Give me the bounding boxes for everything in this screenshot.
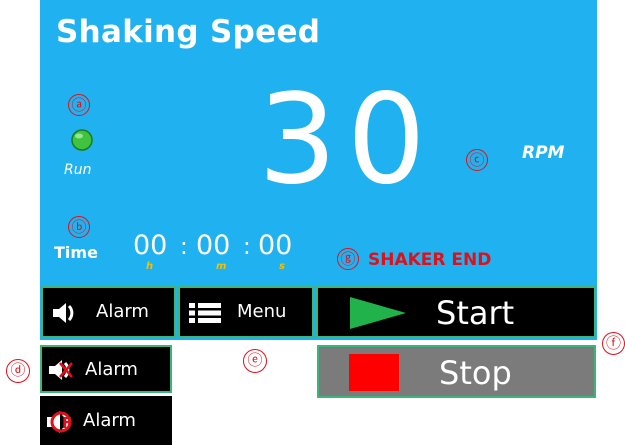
svg-text:F: F — [62, 414, 72, 432]
speaker-off-icon: F — [47, 411, 72, 433]
annotation-marker-g: ⓖ — [337, 248, 359, 270]
annotation-marker-e: ⓔ — [243, 349, 267, 373]
shaking-speed-value: 30 — [258, 68, 436, 212]
page-title: Shaking Speed — [56, 14, 321, 50]
alarm-muted-button[interactable]: Alarm — [40, 345, 172, 393]
alarm-off-button[interactable]: F Alarm — [40, 396, 172, 445]
play-icon — [350, 297, 406, 329]
speaker-muted-icon — [49, 360, 73, 380]
alarm-button[interactable]: Alarm — [41, 286, 176, 338]
annotation-marker-a: ⓐ — [68, 94, 90, 116]
start-button-label: Start — [436, 294, 515, 332]
stop-button-label: Stop — [439, 354, 512, 392]
alarm-muted-button-label: Alarm — [85, 359, 138, 380]
speed-unit-label: RPM — [522, 143, 565, 163]
speaker-icon — [53, 303, 74, 323]
annotation-marker-d: ⓓ — [6, 359, 30, 383]
time-minutes-unit: m — [216, 261, 227, 272]
annotation-marker-b: ⓑ — [68, 216, 90, 238]
time-minutes: 00 — [196, 230, 231, 261]
time-separator: : — [180, 234, 188, 260]
alarm-button-label: Alarm — [96, 301, 149, 322]
menu-button[interactable]: Menu — [178, 286, 314, 338]
stop-button[interactable]: Stop — [317, 345, 596, 398]
time-hours: 00 — [133, 230, 168, 261]
alarm-off-button-label: Alarm — [83, 410, 136, 431]
annotation-marker-f: ⓕ — [602, 332, 625, 355]
time-seconds-unit: s — [279, 261, 285, 272]
time-hours-unit: h — [146, 261, 154, 272]
time-label: Time — [54, 243, 98, 262]
time-separator: : — [243, 234, 251, 260]
menu-button-label: Menu — [237, 301, 287, 322]
start-button[interactable]: Start — [316, 286, 596, 338]
run-status-led-icon — [71, 129, 93, 151]
run-status-label: Run — [64, 162, 92, 178]
stop-square-icon — [349, 354, 399, 391]
list-menu-icon — [189, 303, 221, 323]
annotation-marker-c: ⓒ — [466, 149, 488, 171]
status-message: SHAKER END — [368, 250, 492, 270]
time-seconds: 00 — [258, 230, 293, 261]
